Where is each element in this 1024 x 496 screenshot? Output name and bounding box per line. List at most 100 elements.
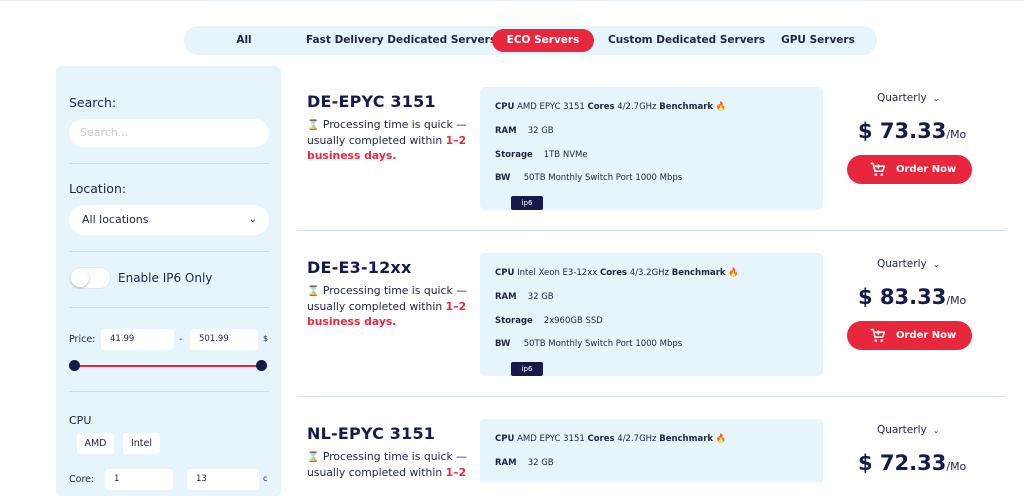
- cores-value: 4/3.2GHz: [629, 268, 670, 278]
- spec-ram: RAM 32 GB: [495, 292, 554, 302]
- top-border: [0, 0, 1024, 1]
- cart-icon: [870, 328, 886, 342]
- chevron-down-icon: ⌄: [932, 260, 940, 269]
- fire-icon: 🔥: [728, 268, 739, 278]
- cpu-key: CPU: [495, 434, 515, 444]
- price-range-max-handle[interactable]: [256, 360, 267, 371]
- tab-fast-delivery[interactable]: Fast Delivery Dedicated Servers: [306, 29, 496, 52]
- processing-note: ⌛ Processing time is quick — usually com…: [307, 117, 472, 163]
- benchmark-key: Benchmark: [671, 268, 726, 278]
- core-max-input[interactable]: 13: [187, 469, 259, 490]
- ram-value: 32 GB: [527, 126, 554, 136]
- bw-key: BW: [495, 173, 511, 183]
- tab-eco-servers[interactable]: ECO Servers: [492, 29, 594, 52]
- order-now-button[interactable]: Order Now: [847, 321, 972, 350]
- chevron-down-icon: ⌄: [932, 426, 940, 435]
- billing-period-select[interactable]: Quarterly ⌄: [877, 258, 952, 270]
- ram-key: RAM: [495, 292, 517, 302]
- processing-text: Processing time is quick — usually compl…: [307, 450, 467, 479]
- spec-cpu: CPU AMD EPYC 3151 Cores 4/2.7GHz Benchma…: [495, 434, 726, 444]
- price-unit: /Mo: [946, 128, 967, 141]
- ram-key: RAM: [495, 458, 517, 468]
- cpu-value: Intel Xeon E3-12xx: [517, 268, 598, 278]
- spec-bw: BW 50TB Monthly Switch Port 1000 Mbps: [495, 173, 682, 183]
- ip6-label: Enable IP6 Only: [118, 271, 213, 285]
- chevron-down-icon: ⌄: [248, 214, 257, 225]
- server-name[interactable]: NL-EPYC 3151: [307, 424, 435, 443]
- billing-value: Quarterly: [877, 258, 927, 270]
- price-range-track[interactable]: [74, 365, 262, 367]
- cpu-key: CPU: [495, 102, 515, 112]
- price: $ 83.33/Mo: [858, 285, 966, 309]
- server-name[interactable]: DE-E3-12xx: [307, 258, 411, 277]
- billing-value: Quarterly: [877, 92, 927, 104]
- cpu-value: AMD EPYC 3151: [517, 102, 585, 112]
- cores-key: Cores: [599, 268, 628, 278]
- fire-icon: 🔥: [715, 434, 727, 444]
- cores-key: Cores: [587, 102, 615, 112]
- spec-ram: RAM 32 GB: [495, 458, 554, 468]
- price-amount: $ 72.33: [858, 451, 947, 475]
- hourglass-icon: ⌛: [307, 452, 320, 463]
- billing-period-select[interactable]: Quarterly ⌄: [877, 92, 952, 104]
- order-now-label: Order Now: [896, 164, 957, 175]
- processing-highlight: 1–2: [445, 466, 467, 479]
- location-value: All locations: [82, 213, 149, 226]
- fire-icon: 🔥: [715, 102, 727, 112]
- spec-panel: CPU AMD EPYC 3151 Cores 4/2.7GHz Benchma…: [480, 419, 823, 482]
- core-min-input[interactable]: 1: [105, 469, 173, 490]
- ram-key: RAM: [495, 126, 517, 136]
- divider: [69, 251, 269, 252]
- tab-gpu-servers[interactable]: GPU Servers: [780, 29, 856, 52]
- billing-value: Quarterly: [877, 424, 927, 436]
- cores-key: Cores: [587, 434, 615, 444]
- ram-value: 32 GB: [527, 458, 554, 468]
- spec-cpu: CPU Intel Xeon E3-12xx Cores 4/3.2GHz Be…: [495, 268, 739, 278]
- spec-bw: BW 50TB Monthly Switch Port 1000 Mbps: [495, 339, 682, 349]
- cores-value: 4/2.7GHz: [617, 102, 657, 112]
- price-unit: /Mo: [946, 460, 967, 473]
- processing-text: Processing time is quick — usually compl…: [307, 118, 467, 147]
- tab-all[interactable]: All: [224, 29, 264, 52]
- cpu-value: AMD EPYC 3151: [517, 434, 585, 444]
- price-range-min-handle[interactable]: [69, 360, 80, 371]
- cpu-option-intel[interactable]: Intel: [123, 433, 160, 454]
- spec-storage: Storage 1TB NVMe: [495, 150, 588, 160]
- cpu-key: CPU: [495, 268, 515, 278]
- order-now-button[interactable]: Order Now: [847, 155, 972, 184]
- search-label: Search:: [69, 95, 117, 110]
- price-min-input[interactable]: 41.99: [101, 329, 174, 350]
- row-divider: [297, 230, 1006, 231]
- cores-value: 4/2.7GHz: [617, 434, 657, 444]
- tab-custom-dedicated[interactable]: Custom Dedicated Servers: [608, 29, 765, 52]
- price-max-input[interactable]: 501.99: [190, 329, 258, 350]
- toggle-knob: [71, 269, 89, 287]
- hourglass-icon: ⌛: [307, 120, 320, 131]
- ram-value: 32 GB: [527, 292, 554, 302]
- storage-key: Storage: [495, 316, 533, 326]
- chevron-down-icon: ⌄: [932, 94, 940, 103]
- cpu-label: CPU: [69, 414, 92, 427]
- storage-value: 2x960GB SSD: [543, 316, 603, 326]
- price-amount: $ 73.33: [858, 119, 947, 143]
- hourglass-icon: ⌛: [307, 286, 320, 297]
- cpu-option-amd[interactable]: AMD: [77, 433, 114, 454]
- row-divider: [297, 396, 1006, 397]
- bw-value: 50TB Monthly Switch Port 1000 Mbps: [523, 173, 683, 183]
- search-input[interactable]: Search...: [69, 119, 269, 147]
- order-now-label: Order Now: [896, 330, 957, 341]
- price-unit: /Mo: [946, 294, 967, 307]
- billing-period-select[interactable]: Quarterly ⌄: [877, 424, 952, 436]
- divider: [69, 163, 269, 164]
- processing-text: Processing time is quick — usually compl…: [307, 284, 467, 313]
- spec-ram: RAM 32 GB: [495, 126, 554, 136]
- cart-icon: [870, 162, 886, 176]
- spec-panel: CPU Intel Xeon E3-12xx Cores 4/3.2GHz Be…: [480, 253, 823, 376]
- processing-note: ⌛ Processing time is quick — usually com…: [307, 283, 472, 329]
- ip6-badge: ip6: [511, 196, 543, 210]
- server-name[interactable]: DE-EPYC 3151: [307, 92, 436, 111]
- ip6-toggle[interactable]: [69, 267, 111, 289]
- location-select[interactable]: All locations ⌄: [69, 205, 269, 235]
- storage-key: Storage: [495, 150, 533, 160]
- spec-cpu: CPU AMD EPYC 3151 Cores 4/2.7GHz Benchma…: [495, 102, 726, 112]
